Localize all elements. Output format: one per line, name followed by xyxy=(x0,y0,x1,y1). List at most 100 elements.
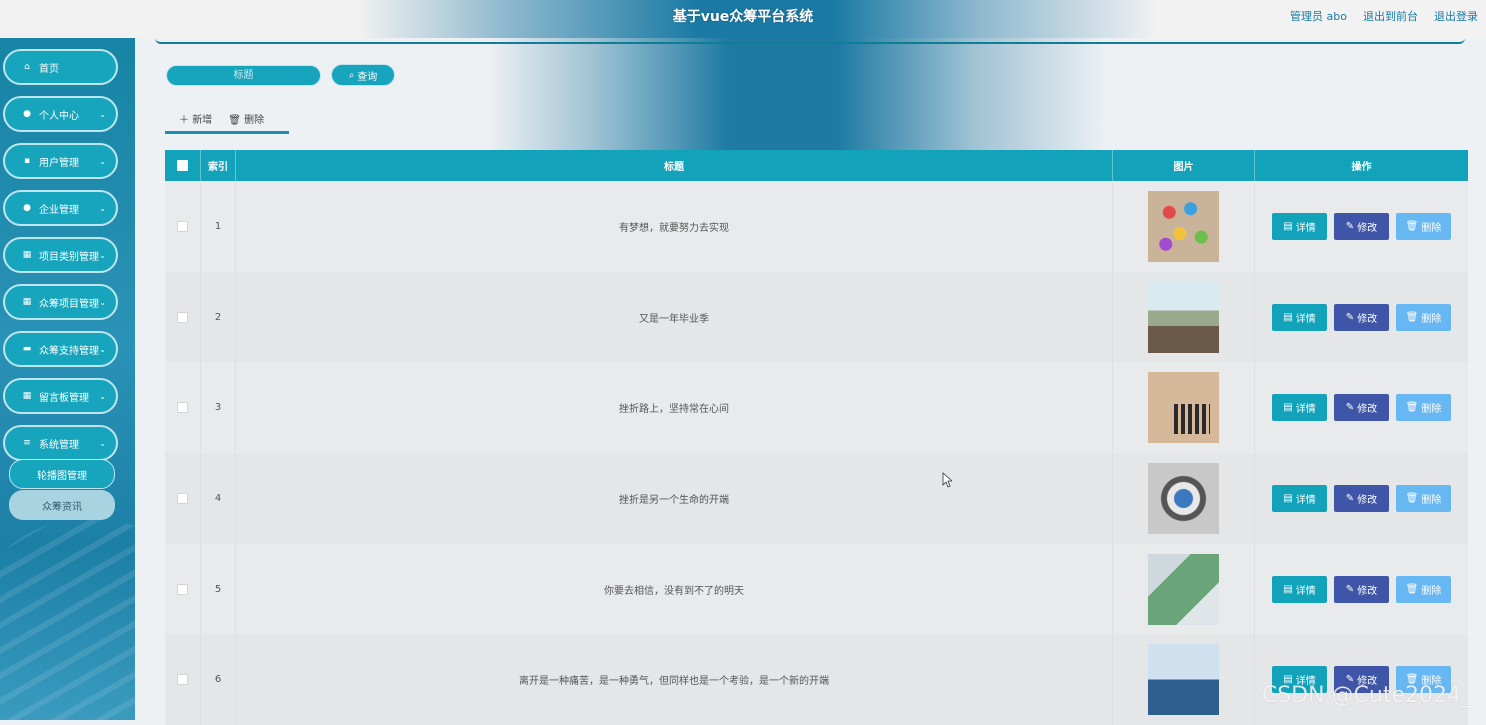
sidebar-item-project-category[interactable]: ▦ 项目类别管理 ⌄ xyxy=(3,237,118,273)
sidebar-item-label: 首页 xyxy=(39,63,59,75)
search-button[interactable]: ⌕ 查询 xyxy=(331,64,395,86)
header-index: 索引 xyxy=(201,150,236,181)
edit-button[interactable]: ✎ 修改 xyxy=(1334,212,1389,240)
logout-link[interactable]: 退出登录 xyxy=(1434,0,1478,34)
delete-button[interactable]: 🗑 删除 xyxy=(1396,484,1451,512)
delete-button[interactable]: 🗑 删除 xyxy=(1396,575,1451,603)
grid-icon: ▦ xyxy=(22,250,32,260)
document-icon: ▤ xyxy=(1283,492,1293,504)
document-icon: ▤ xyxy=(1283,402,1293,414)
delete-button[interactable]: 🗑 删除 xyxy=(1396,303,1451,331)
row-thumbnail[interactable] xyxy=(1148,281,1219,353)
chevron-down-icon: ⌄ xyxy=(99,203,106,213)
briefcase-icon: ▬ xyxy=(22,344,32,354)
header-image: 图片 xyxy=(1113,150,1255,181)
row-title: 离开是一种痛苦，是一种勇气，但同样也是一个考验，是一个新的开端 xyxy=(236,634,1113,725)
pencil-icon: ✎ xyxy=(1345,583,1355,595)
delete-button[interactable]: 🗑 删除 xyxy=(1396,212,1451,240)
sidebar-item-home[interactable]: ⌂ 首页 xyxy=(3,49,118,85)
header-title: 标题 xyxy=(236,150,1113,181)
chevron-up-icon: ⌄ xyxy=(99,438,106,448)
batch-delete-label: 删除 xyxy=(244,115,265,126)
document-icon: ▤ xyxy=(1283,583,1293,595)
search-icon: ⌕ xyxy=(348,69,355,81)
sidebar-item-users[interactable]: ▪ 用户管理 ⌄ xyxy=(3,143,118,179)
detail-button[interactable]: ▤ 详情 xyxy=(1272,484,1327,512)
detail-button[interactable]: ▤ 详情 xyxy=(1272,394,1327,422)
sidebar-item-crowdfund-support[interactable]: ▬ 众筹支持管理 ⌄ xyxy=(3,331,118,367)
row-check-cell xyxy=(165,362,201,454)
detail-button[interactable]: ▤ 详情 xyxy=(1272,303,1327,331)
back-to-front-link[interactable]: 退出到前台 xyxy=(1363,0,1418,34)
chevron-down-icon: ⌄ xyxy=(99,156,106,166)
edit-label: 修改 xyxy=(1357,404,1378,416)
edit-button[interactable]: ✎ 修改 xyxy=(1334,394,1389,422)
title-search-input[interactable] xyxy=(166,65,321,86)
row-checkbox[interactable] xyxy=(177,402,188,414)
edit-label: 修改 xyxy=(1357,585,1378,597)
detail-button[interactable]: ▤ 详情 xyxy=(1272,575,1327,603)
detail-label: 详情 xyxy=(1295,222,1316,234)
chevron-down-icon: ⌄ xyxy=(99,391,106,401)
sidebar-item-message-board[interactable]: ▦ 留言板管理 ⌄ xyxy=(3,378,118,414)
edit-button[interactable]: ✎ 修改 xyxy=(1334,575,1389,603)
table-header: 索引 标题 图片 操作 xyxy=(165,150,1468,181)
row-ops: ▤ 详情 ✎ 修改 🗑 删除 xyxy=(1255,362,1468,453)
delete-label: 删除 xyxy=(1421,313,1442,325)
detail-label: 详情 xyxy=(1295,494,1316,506)
sidebar-item-crowdfund-project[interactable]: ▦ 众筹项目管理 ⌄ xyxy=(3,284,118,320)
row-image-cell xyxy=(1113,543,1255,635)
row-title: 你要去相信，没有到不了的明天 xyxy=(236,543,1113,635)
batch-delete-button[interactable]: 🗑 删除 xyxy=(212,105,264,131)
detail-label: 详情 xyxy=(1295,585,1316,597)
row-checkbox[interactable] xyxy=(177,583,188,595)
trash-icon: 🗑 xyxy=(1405,220,1419,232)
pencil-icon: ✎ xyxy=(1345,492,1355,504)
add-button[interactable]: ＋ 新增 xyxy=(165,105,212,131)
row-checkbox[interactable] xyxy=(177,220,188,232)
row-thumbnail[interactable] xyxy=(1148,372,1219,444)
chevron-down-icon: ⌄ xyxy=(99,297,106,307)
trash-icon: 🗑 xyxy=(228,115,241,126)
edit-button[interactable]: ✎ 修改 xyxy=(1334,484,1389,512)
row-thumbnail[interactable] xyxy=(1148,190,1219,262)
trash-icon: 🗑 xyxy=(1405,311,1419,323)
row-check-cell xyxy=(165,453,201,544)
header-check-cell xyxy=(165,150,201,181)
enterprise-icon: ● xyxy=(23,203,31,213)
submenu-item-news[interactable]: 众筹资讯 xyxy=(9,490,115,520)
delete-button[interactable]: 🗑 删除 xyxy=(1396,394,1451,422)
edit-label: 修改 xyxy=(1357,313,1378,325)
trash-icon: 🗑 xyxy=(1405,492,1419,504)
row-checkbox[interactable] xyxy=(177,674,188,686)
row-thumbnail[interactable] xyxy=(1148,644,1219,716)
sidebar-item-profile[interactable]: ● 个人中心 ⌄ xyxy=(3,96,118,132)
edit-button[interactable]: ✎ 修改 xyxy=(1334,303,1389,331)
user-icon: ● xyxy=(23,109,31,119)
main-content: ⌕ 查询 ＋ 新增 🗑 删除 索引 标题 图片 操作 1 有梦想，就要努力去实现 xyxy=(135,38,1486,725)
select-all-checkbox[interactable] xyxy=(177,160,188,171)
app-title: 基于vue众筹平台系统 xyxy=(672,9,814,25)
row-thumbnail[interactable] xyxy=(1148,462,1219,534)
sidebar-item-enterprise[interactable]: ● 企业管理 ⌄ xyxy=(3,190,118,226)
list-icon: ≡ xyxy=(23,438,31,448)
search-button-label: 查询 xyxy=(357,71,378,83)
row-ops: ▤ 详情 ✎ 修改 🗑 删除 xyxy=(1255,272,1468,363)
row-index: 4 xyxy=(201,453,236,544)
sidebar-item-label: 众筹项目管理 xyxy=(39,298,99,310)
row-ops: ▤ 详情 ✎ 修改 🗑 删除 xyxy=(1255,544,1468,635)
sidebar-item-label: 用户管理 xyxy=(39,157,79,169)
row-index: 1 xyxy=(201,181,236,272)
grid-icon: ▦ xyxy=(22,297,32,307)
pencil-icon: ✎ xyxy=(1345,402,1355,414)
submenu-item-carousel[interactable]: 轮播图管理 xyxy=(9,459,115,489)
row-checkbox[interactable] xyxy=(177,492,188,504)
top-header: 基于vue众筹平台系统 管理员 abo 退出到前台 退出登录 xyxy=(0,0,1486,39)
detail-button[interactable]: ▤ 详情 xyxy=(1272,212,1327,240)
row-thumbnail[interactable] xyxy=(1148,553,1219,625)
row-checkbox[interactable] xyxy=(177,311,188,323)
row-image-cell xyxy=(1113,453,1255,544)
sidebar-item-system[interactable]: ≡ 系统管理 ⌄ xyxy=(3,425,118,461)
row-index: 3 xyxy=(201,362,236,454)
submenu-item-label: 轮播图管理 xyxy=(37,470,87,482)
